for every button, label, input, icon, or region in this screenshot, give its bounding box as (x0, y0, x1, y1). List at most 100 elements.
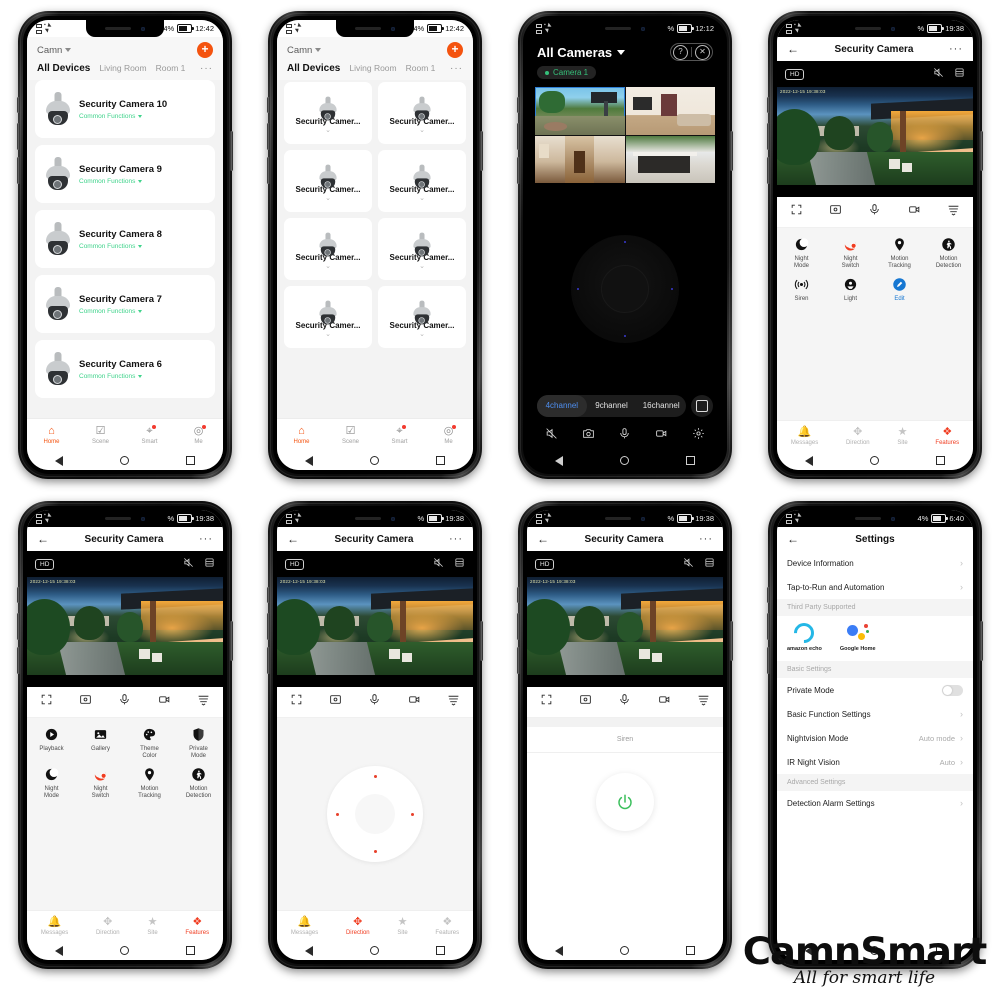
back-icon[interactable]: ← (287, 533, 299, 545)
back-icon[interactable]: ← (537, 533, 549, 545)
setting-private-mode[interactable]: Private Mode (777, 678, 973, 702)
back-icon[interactable]: ← (37, 533, 49, 545)
recents-nav-icon[interactable] (685, 456, 695, 465)
mute-icon[interactable] (683, 555, 694, 573)
ptz-dial[interactable] (571, 235, 679, 343)
feature-night-mode[interactable]: Night Mode (777, 236, 826, 270)
feature-edit[interactable]: Edit (875, 276, 924, 303)
fullscreen-icon[interactable] (290, 693, 303, 711)
back-nav-icon[interactable] (555, 945, 564, 956)
volume-down-button[interactable] (17, 647, 20, 674)
common-functions-link[interactable]: Common Functions (79, 178, 162, 185)
mute-switch[interactable] (267, 587, 270, 603)
camera-feed-6[interactable]: 2022-12-15 19:38:03 (277, 577, 473, 675)
feature-gallery[interactable]: Gallery (76, 726, 125, 760)
camera-tile-2[interactable] (625, 87, 715, 135)
list-item[interactable]: Security Camer... ⌄ (378, 218, 466, 280)
power-button[interactable] (730, 621, 733, 661)
nav-home[interactable]: ⌂ Home (29, 425, 75, 445)
list-item[interactable]: Security Camer... ⌄ (284, 218, 372, 280)
mute-icon[interactable] (933, 65, 944, 83)
tab-room-1[interactable]: Room 1 (156, 63, 186, 73)
channel-4[interactable]: 4channel (537, 395, 587, 417)
camera-feed-4[interactable]: 2022-12-15 19:38:03 (777, 87, 973, 185)
chevron-down-icon[interactable]: ⌄ (325, 331, 331, 338)
playlist-icon[interactable] (197, 693, 210, 711)
direction-right-dot[interactable] (411, 812, 414, 816)
volume-up-button[interactable] (267, 613, 270, 640)
back-nav-icon[interactable] (305, 455, 314, 466)
ptz-left-dot[interactable] (577, 288, 579, 290)
chevron-down-icon[interactable]: ⌄ (419, 263, 425, 270)
volume-up-button[interactable] (517, 123, 520, 150)
setting-tap-to-run[interactable]: Tap-to-Run and Automation › (777, 575, 973, 599)
chevron-down-icon[interactable]: ⌄ (325, 263, 331, 270)
camera-tile-1[interactable] (535, 87, 625, 135)
feature-theme-color[interactable]: Theme Color (125, 726, 174, 760)
list-item[interactable]: Security Camer... ⌄ (284, 82, 372, 144)
ptz-right-dot[interactable] (671, 288, 673, 290)
close-icon[interactable]: ✕ (695, 44, 710, 60)
volume-up-button[interactable] (17, 123, 20, 150)
recents-nav-icon[interactable] (185, 456, 195, 465)
nav-site[interactable]: ★ Site (397, 916, 407, 936)
record-icon[interactable] (655, 427, 668, 445)
camera-tile-3[interactable] (535, 135, 625, 183)
private-mode-toggle[interactable] (942, 684, 963, 696)
power-button[interactable] (480, 621, 483, 661)
volume-down-button[interactable] (517, 157, 520, 184)
nav-scene[interactable]: ☑ Scene (78, 425, 124, 445)
nav-messages[interactable]: 🔔 Messages (291, 916, 318, 936)
feature-night-mode[interactable]: Night Mode (27, 766, 76, 800)
list-item[interactable]: Security Camer... ⌄ (378, 82, 466, 144)
snapshot-icon[interactable] (79, 693, 92, 711)
volume-up-button[interactable] (267, 123, 270, 150)
playlist-icon[interactable] (697, 693, 710, 711)
back-icon[interactable]: ← (787, 533, 799, 545)
all-cameras-selector[interactable]: All Cameras (537, 45, 626, 60)
fullscreen-icon[interactable] (540, 693, 553, 711)
home-nav-icon[interactable] (869, 456, 879, 465)
setting-ir-night-vision[interactable]: IR Night Vision Auto › (777, 750, 973, 774)
common-functions-link[interactable]: Common Functions (79, 373, 162, 380)
mute-switch[interactable] (517, 97, 520, 113)
nav-messages[interactable]: 🔔 Messages (791, 426, 818, 446)
more-options-icon[interactable]: ··· (449, 534, 463, 545)
setting-nightvision-mode[interactable]: Nightvision Mode Auto mode › (777, 726, 973, 750)
mute-switch[interactable] (17, 587, 20, 603)
mute-switch[interactable] (267, 97, 270, 113)
nav-smart[interactable]: ⌖ Smart (377, 424, 423, 445)
nav-features[interactable]: ❖ Features (185, 916, 209, 936)
record-icon[interactable] (408, 693, 421, 711)
quality-badge[interactable]: HD (35, 558, 55, 570)
home-nav-icon[interactable] (619, 456, 629, 465)
direction-down-dot[interactable] (373, 850, 377, 853)
back-nav-icon[interactable] (555, 455, 564, 466)
settings-icon[interactable] (692, 427, 705, 445)
feature-light[interactable]: Light (826, 276, 875, 303)
camera-feed-7[interactable]: 2022-12-15 19:38:03 (527, 577, 723, 675)
back-nav-icon[interactable] (55, 945, 64, 956)
record-icon[interactable] (158, 693, 171, 711)
direction-up-dot[interactable] (373, 775, 377, 778)
feature-motion-tracking[interactable]: Motion Tracking (125, 766, 174, 800)
list-item[interactable]: Security Camer... ⌄ (284, 150, 372, 212)
home-nav-icon[interactable] (369, 946, 379, 955)
playlist-icon[interactable] (447, 693, 460, 711)
chevron-down-icon[interactable]: ⌄ (325, 195, 331, 202)
feature-night-switch[interactable]: Night Switch (76, 766, 125, 800)
nav-direction[interactable]: ✥ Direction (96, 916, 120, 936)
nav-direction[interactable]: ✥ Direction (346, 916, 370, 936)
back-nav-icon[interactable] (55, 455, 64, 466)
snapshot-icon[interactable] (329, 693, 342, 711)
nav-smart[interactable]: ⌖ Smart (127, 424, 173, 445)
third-party-amazon-echo[interactable]: amazon echo (787, 618, 822, 652)
channel-16[interactable]: 16channel (636, 395, 686, 417)
power-button[interactable] (230, 621, 233, 661)
home-nav-icon[interactable] (119, 946, 129, 955)
mute-switch[interactable] (767, 97, 770, 113)
feature-siren[interactable]: Siren (777, 276, 826, 303)
home-nav-icon[interactable] (619, 946, 629, 955)
tab-living-room[interactable]: Living Room (349, 63, 396, 73)
volume-down-button[interactable] (267, 157, 270, 184)
